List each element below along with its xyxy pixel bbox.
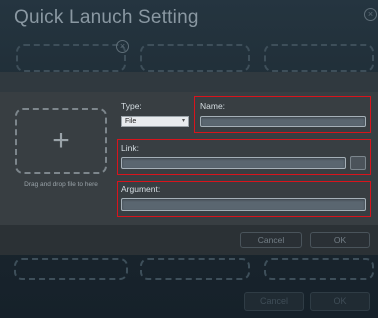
file-drop-zone[interactable]: + (15, 108, 107, 174)
name-label: Name: (200, 101, 226, 111)
drop-hint-text: Drag and drop file to here (24, 181, 98, 188)
type-select[interactable]: File ▾ (121, 116, 189, 127)
close-icon[interactable]: × (116, 40, 129, 53)
bg-tile (140, 258, 250, 280)
ok-button[interactable]: OK (310, 232, 370, 248)
type-select-value: File (125, 118, 137, 125)
dialog-header-band (0, 72, 378, 92)
bg-tile (264, 44, 374, 72)
cancel-button[interactable]: Cancel (240, 232, 302, 248)
bg-tile (264, 258, 374, 280)
bg-tile (14, 258, 128, 280)
link-field[interactable] (121, 157, 346, 169)
type-label: Type: (121, 101, 142, 111)
chevron-down-icon: ▾ (181, 118, 185, 124)
browse-button[interactable] (350, 156, 366, 170)
bg-tile (140, 44, 250, 72)
close-icon[interactable]: × (364, 8, 377, 21)
argument-field[interactable] (121, 198, 366, 211)
link-label: Link: (121, 143, 139, 153)
bg-cancel-button: Cancel (244, 292, 304, 311)
bg-ok-button: OK (310, 292, 370, 311)
bg-tile (16, 44, 126, 72)
name-field[interactable] (200, 116, 366, 127)
argument-label: Argument: (121, 184, 161, 194)
window-title: Quick Lanuch Setting (14, 7, 199, 28)
plus-icon: + (52, 124, 70, 157)
